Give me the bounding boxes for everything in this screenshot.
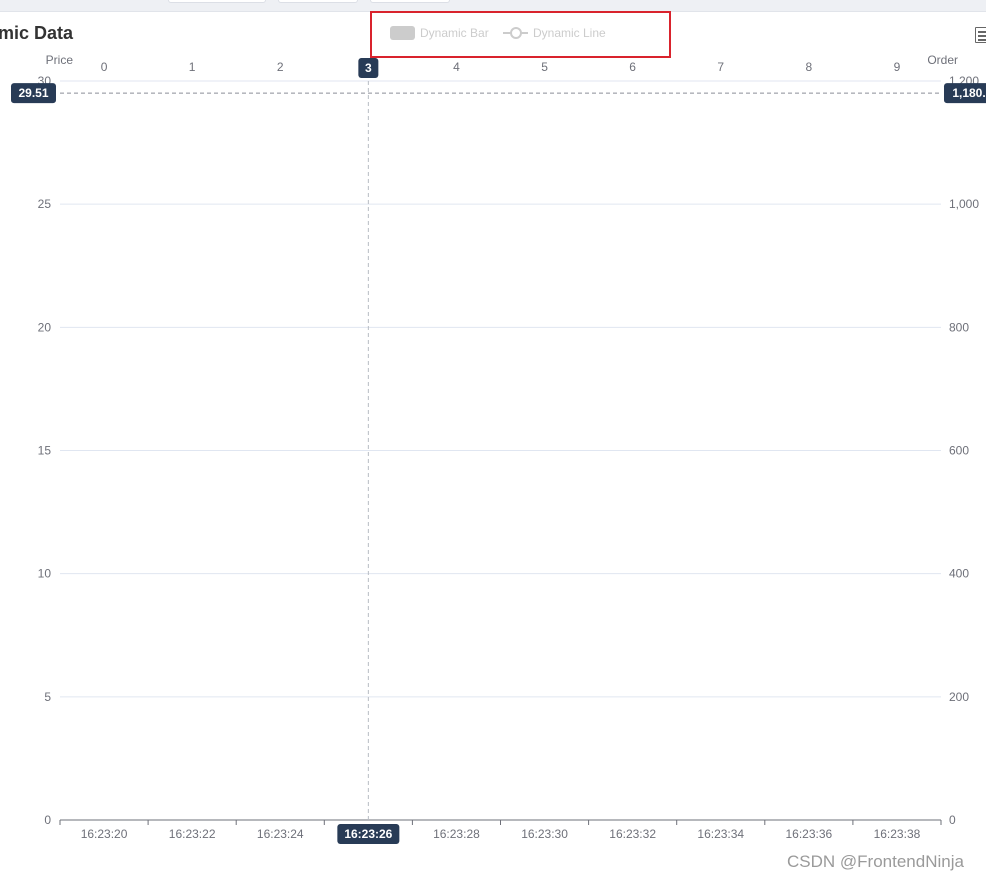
y-right-tick-label: 600	[949, 444, 969, 458]
y-right-tick-label: 0	[949, 813, 956, 827]
legend-highlight-box	[370, 11, 671, 58]
x-time-tick-label: 16:23:38	[874, 827, 921, 841]
x-time-tick-label: 16:23:24	[257, 827, 304, 841]
y-right-pointer-label: 1,180.	[952, 86, 985, 100]
x-time-tick-label: 16:23:32	[609, 827, 656, 841]
y-left-tick-label: 0	[44, 813, 51, 827]
x-index-tick-label: 5	[541, 60, 548, 74]
y-right-tick-label: 400	[949, 567, 969, 581]
y-left-tick-label: 15	[38, 444, 52, 458]
x-time-tick-label: 16:23:30	[521, 827, 568, 841]
y-right-axis-name: Order	[927, 53, 958, 67]
x-index-tick-label: 7	[717, 60, 724, 74]
x-time-tick-label: 16:23:22	[169, 827, 216, 841]
y-left-tick-label: 10	[38, 567, 52, 581]
chart-canvas: 0 05 20010 40015 60020 80025 1,00030 1,200Price…	[11, 53, 986, 844]
x-index-tick-label: 8	[806, 60, 813, 74]
y-right-tick-label: 800	[949, 320, 969, 334]
x-time-tick-label: 16:23:36	[785, 827, 832, 841]
x-time-tick-label: 16:23:20	[81, 827, 128, 841]
x-index-tick-label: 1	[189, 60, 196, 74]
y-left-tick-label: 5	[44, 690, 51, 704]
x-time-tick-label: 16:23:34	[697, 827, 744, 841]
y-right-tick-label: 1,000	[949, 197, 979, 211]
x-index-tick-label: 2	[277, 60, 284, 74]
y-right-tick-label: 200	[949, 690, 969, 704]
y-left-tick-label: 25	[38, 197, 52, 211]
y-left-tick-label: 20	[38, 320, 52, 334]
x-index-tick-label: 6	[629, 60, 636, 74]
watermark: CSDN @FrontendNinja	[787, 852, 964, 871]
data-view-icon[interactable]	[975, 27, 986, 43]
x-time-tick-label: 16:23:28	[433, 827, 480, 841]
y-left-pointer-label: 29.51	[18, 86, 48, 100]
x-index-tick-label: 4	[453, 60, 460, 74]
x-index-tick-label: 0	[101, 60, 108, 74]
x-time-pointer-label: 16:23:26	[344, 827, 392, 841]
y-left-axis-name: Price	[46, 53, 74, 67]
x-index-tick-label: 9	[894, 60, 901, 74]
x-index-pointer-label: 3	[365, 61, 372, 75]
